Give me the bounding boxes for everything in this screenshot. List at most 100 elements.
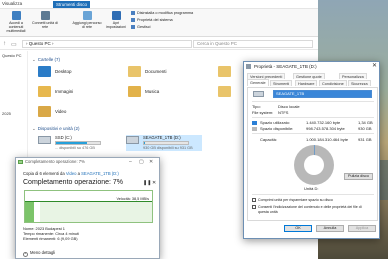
- capacity-bytes: 1.000.184.310.464 byte: [306, 137, 349, 142]
- tab-sicurezza[interactable]: Sicurezza: [348, 80, 371, 86]
- system-properties-button[interactable]: Proprietà del sistema: [131, 18, 173, 22]
- type-label: Tipo:: [252, 104, 261, 109]
- hard-drive-icon: [126, 136, 139, 144]
- video-folder-icon: [38, 106, 51, 117]
- search-input[interactable]: Cerca in Questo PC: [193, 40, 313, 48]
- drive-usage-bar: [143, 141, 189, 145]
- fs-label: File system:: [252, 110, 274, 115]
- add-network-location-button[interactable]: Aggiungi percorso di rete: [72, 11, 102, 29]
- address-bar-row: ↑ ▭ › Questo PC › Cerca in Questo PC: [0, 38, 318, 50]
- free-bytes: 998.743.578.304 byte: [306, 126, 345, 131]
- ribbon: Accedi a contenuti multimediali Connetti…: [0, 9, 318, 43]
- drive-icon: [246, 64, 251, 69]
- graph-speed-line: [25, 201, 152, 202]
- tab-visualizza[interactable]: Visualizza: [2, 1, 22, 6]
- ok-button[interactable]: OK: [284, 225, 312, 232]
- drive-name-input[interactable]: SEAGATE_1TB: [273, 90, 372, 98]
- free-size: 930 GB: [358, 126, 372, 131]
- divider: [252, 194, 374, 195]
- up-arrow-icon[interactable]: ↑: [3, 41, 6, 47]
- documents-folder-icon: [128, 66, 141, 77]
- capacity-label: Capacità:: [260, 137, 277, 142]
- tab-gestione-quote[interactable]: Gestione quote: [293, 73, 325, 79]
- graph-progress-fill: [25, 201, 35, 222]
- free-label: Spazio disponibile:: [260, 126, 294, 131]
- close-icon[interactable]: ✕: [372, 62, 377, 71]
- address-field[interactable]: › Questo PC ›: [22, 40, 192, 48]
- minimize-icon[interactable]: –: [129, 158, 132, 166]
- type-value: Disco locale: [278, 104, 300, 109]
- fs-value: NTFS: [278, 110, 289, 115]
- compress-checkbox[interactable]: Comprimi unità per risparmiare spazio su…: [252, 198, 376, 203]
- system-icon: [131, 18, 135, 22]
- hard-drive-icon: [38, 136, 51, 144]
- drive-usage-bar: [55, 141, 101, 145]
- drive-c[interactable]: SSD (C:) ... disponibili su 476 GB: [38, 135, 118, 151]
- network-location-icon: [82, 11, 92, 20]
- source-link[interactable]: Video: [66, 171, 77, 176]
- apply-button[interactable]: Applica: [348, 225, 376, 232]
- drive-letter-label: Unità D:: [304, 186, 319, 191]
- less-details-button[interactable]: ^ Meno dettagli: [23, 250, 55, 257]
- map-network-drive-button[interactable]: Connetti unità di rete: [31, 11, 59, 29]
- used-size: 1,34 GB: [358, 120, 373, 125]
- used-label: Spazio utilizzato:: [260, 120, 291, 125]
- gear-icon: [111, 11, 121, 20]
- progress-heading: Completamento operazione: 7%: [23, 179, 124, 186]
- media-access-button[interactable]: Accedi a contenuti multimediali: [2, 11, 30, 33]
- checkbox-box[interactable]: [252, 198, 256, 202]
- copy-title-bar: Completamento operazione: 7%: [16, 158, 159, 166]
- section-folders[interactable]: Cartelle (7): [32, 57, 60, 63]
- nav-item-questo-pc[interactable]: Questo PC: [2, 53, 22, 58]
- media-icon: [11, 11, 21, 20]
- uninstall-program-button[interactable]: Disinstalla o modifica programma: [131, 11, 193, 15]
- graph-remaining-area: [40, 201, 152, 222]
- used-swatch: [252, 121, 257, 125]
- pause-icon[interactable]: ❚❚: [143, 180, 151, 186]
- open-settings-button[interactable]: Apri impostazioni: [104, 11, 128, 29]
- tab-strumenti-disco[interactable]: Strumenti disco: [53, 1, 91, 8]
- network-drive-icon: [40, 11, 50, 20]
- properties-title-bar: Proprietà - SEAGATE_1TB (D:) ✕: [244, 62, 379, 71]
- properties-general-panel: SEAGATE_1TB Tipo: Disco locale File syst…: [247, 87, 378, 221]
- section-drives[interactable]: Dispositivi e unità (2): [32, 126, 80, 132]
- index-checkbox[interactable]: Consenti l'indicizzazione del contenuto …: [252, 205, 376, 215]
- manage-button[interactable]: Gestisci: [131, 25, 151, 29]
- used-bytes: 1.440.732.160 byte: [306, 120, 341, 125]
- music-folder-icon: [128, 86, 141, 97]
- divider: [252, 101, 374, 102]
- programs-icon: [131, 11, 135, 15]
- nav-item-2025[interactable]: 2025: [2, 111, 11, 116]
- hard-drive-icon: [253, 91, 264, 97]
- copy-progress-dialog: Completamento operazione: 7% – ▢ ✕ Copia…: [15, 157, 160, 259]
- maximize-icon[interactable]: ▢: [139, 158, 144, 166]
- copy-icon: [18, 160, 23, 164]
- manage-icon: [131, 25, 135, 29]
- cancel-button[interactable]: Annulla: [316, 225, 344, 232]
- folder-icon: [218, 86, 231, 97]
- divider: [252, 133, 374, 134]
- pictures-folder-icon: [38, 86, 51, 97]
- close-icon[interactable]: ✕: [149, 158, 153, 166]
- free-swatch: [252, 127, 257, 131]
- items-remaining: Elementi rimanenti: 6 (9,09 GB): [23, 236, 78, 241]
- divider: [252, 117, 374, 118]
- tab-hardware[interactable]: Hardware: [295, 80, 318, 86]
- capacity-size: 931 GB: [358, 137, 372, 142]
- tab-generale[interactable]: Generale: [247, 79, 269, 86]
- desktop-folder-icon: [38, 66, 51, 77]
- tab-personalizza[interactable]: Personalizza: [339, 73, 367, 79]
- capacity-donut-chart: [294, 145, 334, 185]
- properties-dialog: Proprietà - SEAGATE_1TB (D:) ✕ Versioni …: [243, 61, 380, 239]
- destination-link[interactable]: SEAGATE_1TB (D:): [81, 171, 119, 176]
- speed-label: Velocità: 38,5 MB/s: [116, 197, 149, 201]
- folder-icon: [218, 66, 231, 77]
- tab-condivisione[interactable]: Condivisione: [319, 80, 347, 86]
- drive-d[interactable]: SEAGATE_1TB (D:) 930 GB disponibili su 9…: [126, 135, 202, 151]
- disk-cleanup-button[interactable]: Pulizia disco: [344, 173, 373, 180]
- ribbon-tab-bar: Visualizza Strumenti disco: [0, 0, 318, 9]
- checkbox-box[interactable]: [252, 205, 256, 209]
- tab-strumenti[interactable]: Strumenti: [270, 80, 293, 86]
- transfer-speed-graph: Velocità: 38,5 MB/s: [24, 190, 153, 223]
- cancel-copy-icon[interactable]: ✕: [152, 180, 156, 186]
